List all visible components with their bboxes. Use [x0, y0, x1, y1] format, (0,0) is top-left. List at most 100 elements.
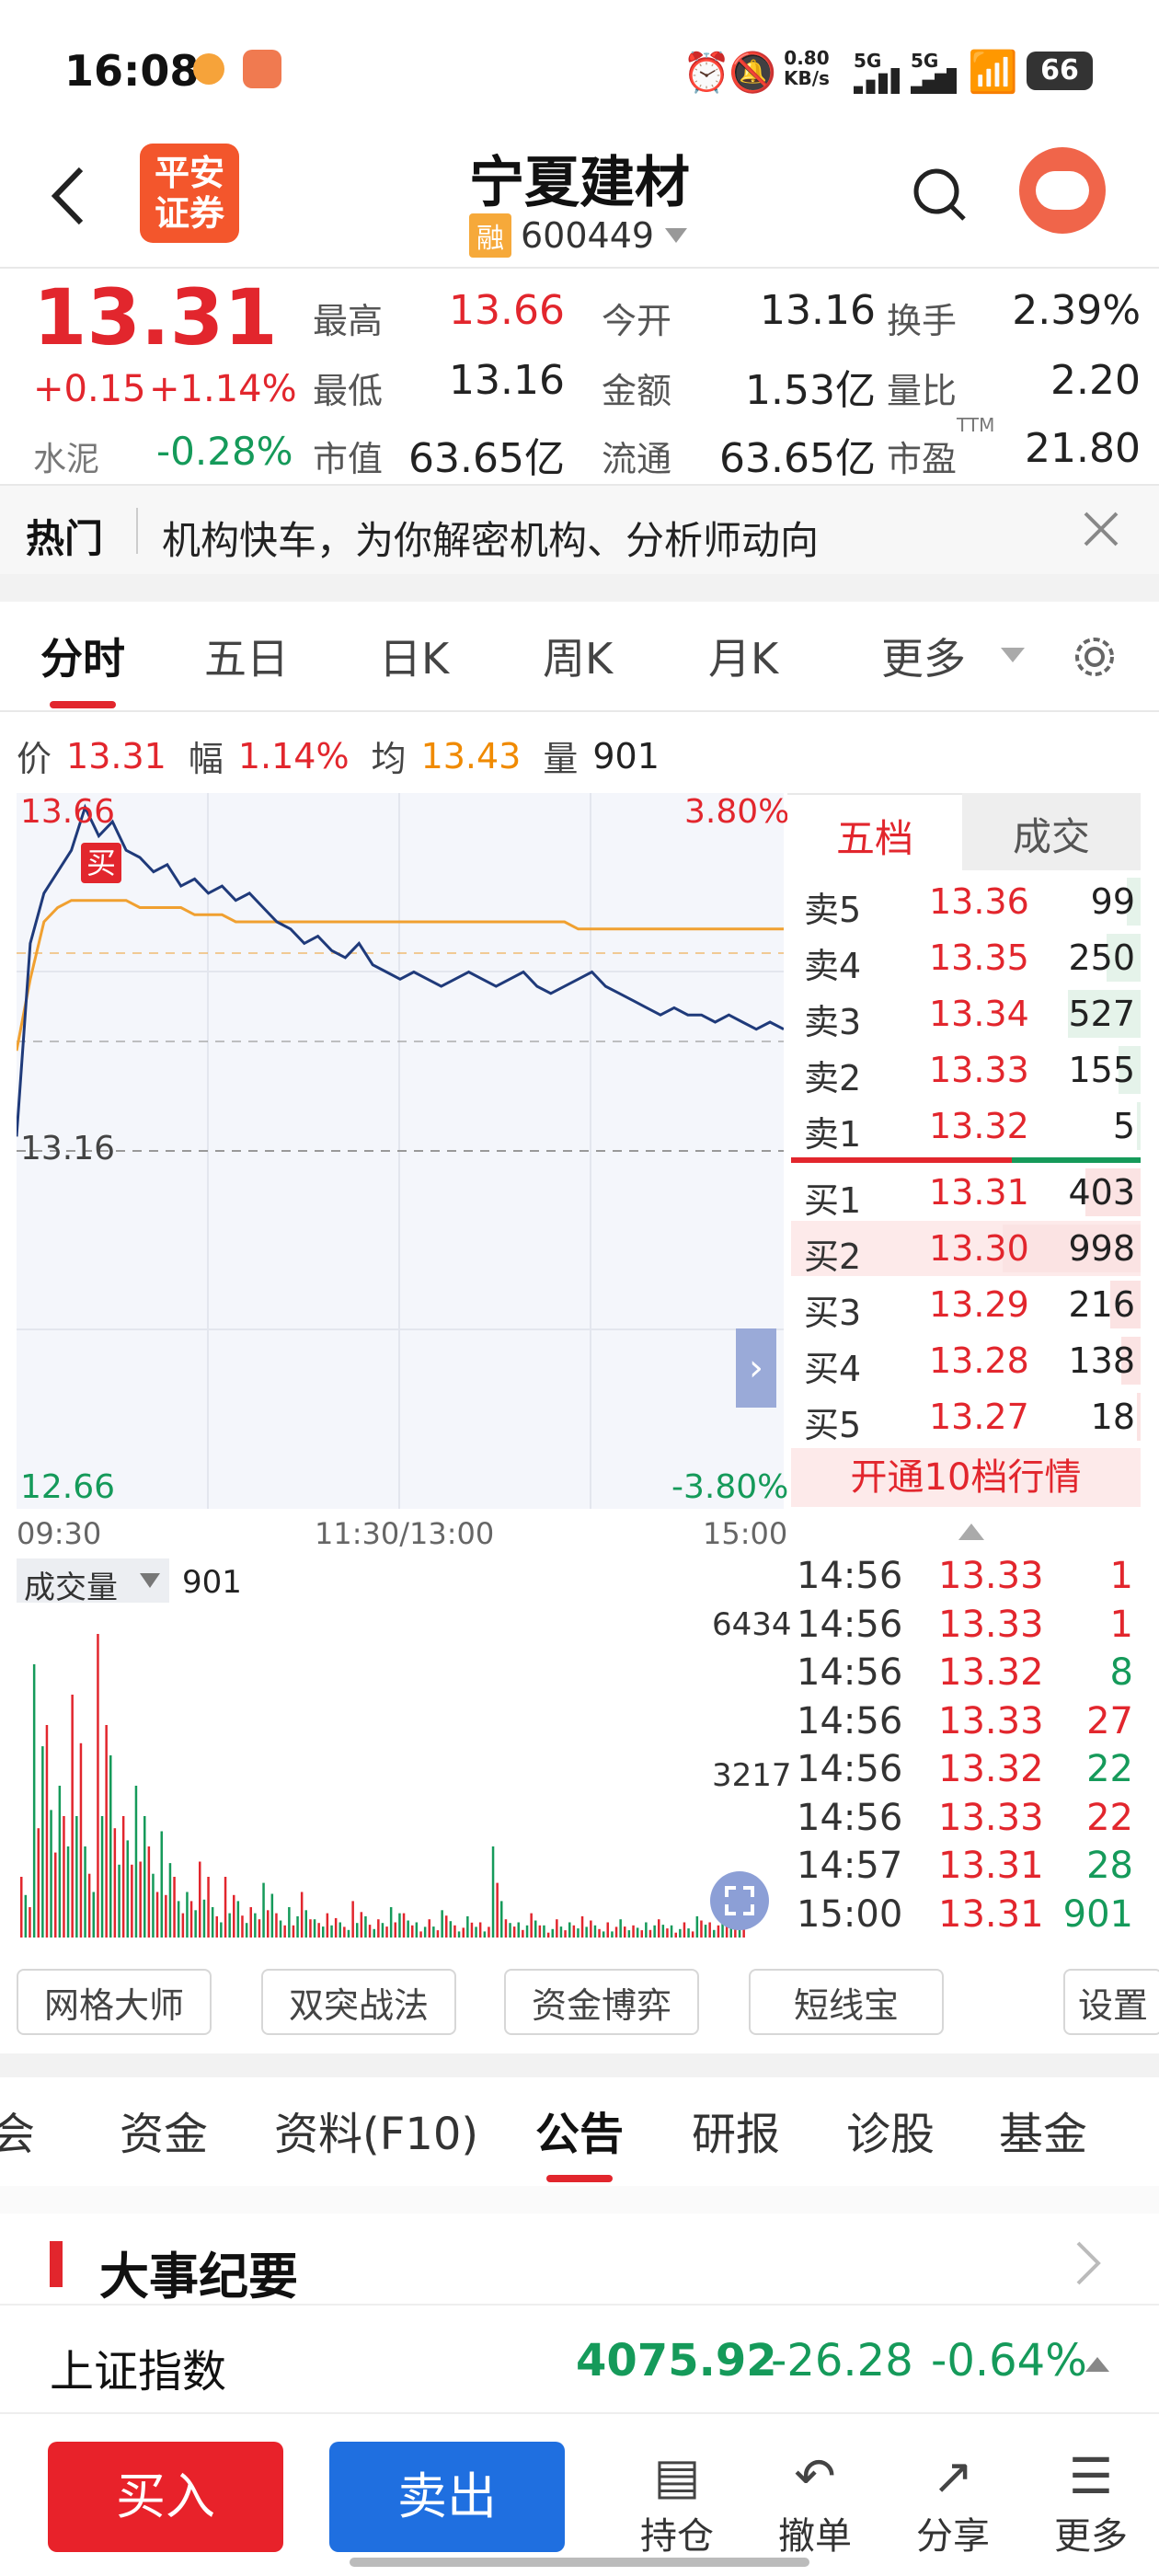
chart-tab[interactable]: 周K [543, 626, 613, 686]
nav-positions[interactable]: ▤ 持仓 [631, 2447, 723, 2559]
level-label: 买1 [804, 1180, 862, 1221]
level-volume: 138 [1068, 1340, 1135, 1381]
ask-level[interactable]: 卖5 13.36 99 [791, 874, 1141, 930]
strategy-button[interactable]: 短线宝 [749, 1969, 944, 2035]
volume-bar [585, 1926, 588, 1938]
volume-bar [186, 1892, 189, 1938]
volume-bar [373, 1928, 375, 1938]
stock-code: 600449 [521, 215, 655, 256]
info-tab[interactable]: 基金 [999, 2098, 1087, 2162]
info-tab[interactable]: 诊股 [846, 2098, 935, 2162]
chart-tab[interactable]: 更多 [881, 626, 966, 686]
buy-marker[interactable]: 买 [81, 843, 121, 883]
quote-field-label: 金额 [602, 371, 672, 411]
volume-bar [92, 1892, 95, 1938]
nav-cancel-order[interactable]: ↶ 撤单 [769, 2447, 861, 2559]
volume-chart[interactable] [17, 1606, 784, 1938]
search-button[interactable] [911, 166, 970, 224]
volume-bar [105, 1725, 108, 1938]
chart-tab[interactable]: 日K [379, 626, 449, 686]
volume-bar [572, 1925, 576, 1938]
strategy-button[interactable]: 网格大师 [17, 1969, 212, 2035]
ask-level[interactable]: 卖1 13.32 5 [791, 1098, 1141, 1155]
volume-bar [445, 1915, 448, 1938]
volume-bar [254, 1913, 257, 1938]
trade-row: 15:00 13.31 901 [791, 1893, 1141, 1941]
volume-bar [152, 1873, 155, 1938]
trade-volume: 27 [1086, 1699, 1133, 1742]
volume-bar [509, 1923, 511, 1938]
volume-bar [155, 1892, 159, 1938]
quote-field-value: 21.80 [1025, 425, 1141, 472]
quote-field-label: 今开 [602, 301, 672, 341]
info-tab[interactable]: 资金 [120, 2098, 208, 2162]
volume-bar [619, 1919, 622, 1938]
strategy-button[interactable]: 资金博弈 [504, 1969, 699, 2035]
volume-bar [330, 1925, 333, 1938]
bid-level[interactable]: 买5 13.27 18 [791, 1389, 1141, 1445]
chevron-right-icon: › [749, 1347, 763, 1389]
strategy-button[interactable]: 双突战法 [261, 1969, 456, 2035]
info-tab[interactable]: 研报 [692, 2098, 780, 2162]
volume-bar [475, 1926, 477, 1938]
index-ticker-bar[interactable]: 上证指数 4075.92 -26.28 -0.64% [0, 2304, 1159, 2414]
volume-bar [683, 1922, 686, 1938]
sector-name[interactable]: 水泥 [33, 432, 99, 480]
dropdown-arrow-icon [1001, 648, 1025, 662]
volume-bar [71, 1695, 74, 1938]
ask-level[interactable]: 卖4 13.35 250 [791, 930, 1141, 986]
bid-level[interactable]: 买2 13.30 998 [791, 1221, 1141, 1277]
volume-bar [37, 1828, 40, 1938]
volume-bar [568, 1922, 571, 1938]
quote-field-value: 63.65亿 [719, 435, 876, 482]
section-more-button[interactable] [1069, 2236, 1106, 2291]
volume-bar [407, 1920, 409, 1938]
chart-settings-button[interactable] [1067, 629, 1122, 684]
volume-bar [381, 1923, 384, 1938]
bid-level[interactable]: 买3 13.29 216 [791, 1277, 1141, 1333]
info-tab[interactable]: 公告 [535, 2098, 624, 2162]
volume-bar [296, 1915, 299, 1938]
trade-time: 15:00 [797, 1892, 903, 1936]
ask-level[interactable]: 卖2 13.33 155 [791, 1042, 1141, 1098]
trade-time: 14:56 [797, 1603, 903, 1646]
fullscreen-button[interactable] [710, 1871, 769, 1930]
level-volume: 99 [1090, 881, 1135, 922]
tab-order-book[interactable]: 五档 [787, 793, 962, 870]
sell-button[interactable]: 卖出 [329, 2442, 565, 2552]
chart-tab[interactable]: 分时 [40, 626, 125, 686]
level-price: 13.36 [929, 881, 1029, 922]
upgrade-level10-button[interactable]: 开通10档行情 [791, 1448, 1141, 1507]
buy-button[interactable]: 买入 [48, 2442, 283, 2552]
volume-bar [54, 1852, 57, 1938]
nav-more[interactable]: ☰ 更多 [1045, 2447, 1137, 2559]
assistant-avatar-button[interactable] [1019, 147, 1106, 234]
volume-bar [389, 1907, 393, 1938]
expand-panel-button[interactable]: › [736, 1328, 776, 1408]
chart-tab[interactable]: 月K [708, 626, 778, 686]
volume-bar [602, 1931, 605, 1938]
volume-bar [512, 1926, 516, 1938]
menu-icon: ☰ [1068, 2447, 1114, 2505]
indicator-selector[interactable]: 成交量 [17, 1558, 169, 1606]
chart-tab[interactable]: 五日 [204, 626, 289, 686]
bid-level[interactable]: 买4 13.28 138 [791, 1333, 1141, 1389]
info-tab[interactable]: 资料(F10) [274, 2098, 478, 2162]
bid-level[interactable]: 买1 13.31 403 [791, 1165, 1141, 1221]
hot-banner[interactable]: 热门 机构快车，为你解密机构、分析师动向 [0, 486, 1159, 574]
info-tab[interactable]: 会 [0, 2098, 35, 2162]
level-volume: 998 [1068, 1228, 1135, 1269]
volume-bar [500, 1901, 503, 1938]
volume-bar [627, 1930, 631, 1938]
tab-trades[interactable]: 成交 [962, 793, 1141, 870]
close-banner-button[interactable] [1078, 506, 1124, 552]
quote-field-label: 最高 [313, 301, 384, 341]
volume-bar [695, 1915, 699, 1938]
intraday-chart[interactable] [17, 793, 784, 1509]
volume-bar [45, 1725, 49, 1938]
stock-code-row[interactable]: 融 600449 [469, 213, 688, 258]
volume-bar [449, 1921, 453, 1938]
nav-share[interactable]: ↗ 分享 [907, 2447, 999, 2559]
settings-button[interactable]: 设置 [1063, 1969, 1159, 2035]
ask-level[interactable]: 卖3 13.34 527 [791, 986, 1141, 1042]
